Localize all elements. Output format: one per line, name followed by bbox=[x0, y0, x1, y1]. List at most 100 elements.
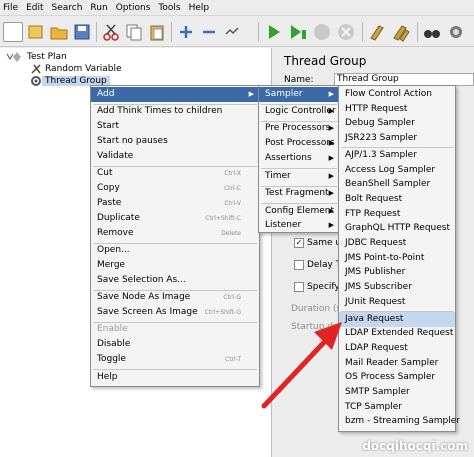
menu-item-add[interactable]: Add ▶ bbox=[91, 87, 259, 102]
save-icon[interactable] bbox=[72, 22, 92, 42]
menu-item-toggle[interactable]: Toggle Ctrl-T bbox=[91, 352, 259, 367]
copy-icon[interactable] bbox=[124, 22, 144, 42]
menu-item-merge[interactable]: Merge bbox=[91, 258, 259, 273]
paste-icon[interactable] bbox=[147, 22, 167, 42]
menu-item-label: Validate bbox=[97, 151, 134, 161]
toggle-icon[interactable] bbox=[222, 22, 242, 42]
chevron-right-icon: ▶ bbox=[328, 189, 334, 197]
sampler-item[interactable]: HTTP Request bbox=[339, 102, 455, 117]
sampler-item[interactable]: AJP/1.3 Sampler bbox=[339, 148, 455, 163]
sampler-item[interactable]: OS Process Sampler bbox=[339, 370, 455, 385]
start-icon[interactable] bbox=[264, 22, 284, 42]
menu-item-disable[interactable]: Disable bbox=[91, 337, 259, 352]
menu-item-open[interactable]: Open... bbox=[91, 243, 259, 258]
same-user-label: Same u bbox=[307, 238, 342, 248]
sampler-item[interactable]: JUnit Request bbox=[339, 295, 455, 310]
menu-item-config-element[interactable]: Config Element ▶ bbox=[259, 204, 339, 219]
sampler-item[interactable]: TCP Sampler bbox=[339, 400, 455, 415]
shutdown-icon[interactable] bbox=[336, 22, 356, 42]
sampler-item[interactable]: BeanShell Sampler bbox=[339, 177, 455, 192]
menu-item-start[interactable]: Start bbox=[91, 119, 259, 134]
sampler-item[interactable]: JMS Point-to-Point bbox=[339, 251, 455, 266]
menu-item-label: GraphQL HTTP Request bbox=[345, 223, 451, 234]
menu-item-save-screen-image[interactable]: Save Screen As Image Ctrl+Shift-G bbox=[91, 305, 259, 320]
menu-item-cut[interactable]: Cut Ctrl-X bbox=[91, 166, 259, 181]
menu-item-duplicate[interactable]: Duplicate Ctrl+Shift-C bbox=[91, 211, 259, 226]
search-icon[interactable] bbox=[422, 22, 442, 42]
clear-icon[interactable] bbox=[367, 22, 387, 42]
menu-file[interactable]: File bbox=[0, 3, 22, 13]
menu-item-help[interactable]: Help bbox=[91, 370, 259, 385]
toolbar-separator bbox=[96, 22, 97, 42]
menu-item-listener[interactable]: Listener ▶ bbox=[259, 218, 339, 233]
start-no-pauses-icon[interactable] bbox=[288, 22, 308, 42]
sampler-item[interactable]: SMTP Sampler bbox=[339, 385, 455, 400]
menu-run[interactable]: Run bbox=[86, 3, 111, 13]
same-user-checkbox[interactable]: ✓ bbox=[294, 238, 304, 248]
menu-item-label: JMS Point-to-Point bbox=[345, 252, 425, 263]
sampler-item[interactable]: Java Request bbox=[339, 311, 455, 327]
menu-item-paste[interactable]: Paste Ctrl-V bbox=[91, 196, 259, 211]
menu-item-label: Post Processors bbox=[265, 138, 335, 148]
menu-help[interactable]: Help bbox=[185, 3, 214, 13]
menu-item-label: Pre Processors bbox=[265, 123, 331, 133]
menu-item-label: TCP Sampler bbox=[345, 401, 402, 412]
menu-edit[interactable]: Edit bbox=[22, 3, 47, 13]
menu-item-post-processors[interactable]: Post Processors ▶ bbox=[259, 136, 339, 151]
menu-item-label: LDAP Extended Request bbox=[345, 328, 454, 339]
menu-item-label: Java Request bbox=[345, 313, 404, 324]
clear-all-icon[interactable] bbox=[391, 22, 411, 42]
menu-item-sampler[interactable]: Sampler ▶ bbox=[259, 87, 339, 102]
help-icon[interactable] bbox=[446, 22, 466, 42]
menu-item-label: Assertions bbox=[265, 153, 312, 163]
toolbar-separator bbox=[258, 22, 259, 42]
sampler-item[interactable]: Mail Reader Sampler bbox=[339, 356, 455, 371]
sampler-item[interactable]: LDAP Request bbox=[339, 341, 455, 356]
stop-icon[interactable] bbox=[312, 22, 332, 42]
new-icon[interactable] bbox=[3, 22, 23, 42]
panel-title: Thread Group bbox=[284, 54, 367, 68]
delay-checkbox[interactable] bbox=[294, 260, 304, 270]
chevron-right-icon: ▶ bbox=[328, 154, 334, 162]
menu-item-label: Merge bbox=[97, 260, 126, 270]
sampler-item[interactable]: FTP Request bbox=[339, 207, 455, 222]
sampler-item[interactable]: LDAP Extended Request bbox=[339, 326, 455, 341]
sampler-item[interactable]: JSR223 Sampler bbox=[339, 131, 455, 146]
sampler-item[interactable]: Bolt Request bbox=[339, 192, 455, 207]
menu-item-assertions[interactable]: Assertions ▶ bbox=[259, 151, 339, 166]
menu-item-timer[interactable]: Timer ▶ bbox=[259, 169, 339, 184]
menu-item-copy[interactable]: Copy Ctrl-C bbox=[91, 181, 259, 196]
menu-item-validate[interactable]: Validate bbox=[91, 149, 259, 164]
menu-item-label: JUnit Request bbox=[345, 296, 406, 307]
menu-item-label: Disable bbox=[97, 339, 131, 349]
sampler-item[interactable]: Access Log Sampler bbox=[339, 163, 455, 178]
menu-item-pre-processors[interactable]: Pre Processors ▶ bbox=[259, 121, 339, 136]
templates-icon[interactable] bbox=[26, 22, 46, 42]
menu-tools[interactable]: Tools bbox=[154, 3, 184, 13]
collapse-icon[interactable] bbox=[199, 22, 219, 42]
sampler-item[interactable]: Debug Sampler bbox=[339, 116, 455, 131]
menu-item-test-fragment[interactable]: Test Fragment ▶ bbox=[259, 186, 339, 201]
sampler-item[interactable]: JDBC Request bbox=[339, 236, 455, 251]
menu-item-add-think-times[interactable]: Add Think Times to children bbox=[91, 104, 259, 119]
toolbar bbox=[0, 16, 474, 47]
specify-checkbox[interactable] bbox=[294, 282, 304, 292]
sampler-item[interactable]: JMS Subscriber bbox=[339, 280, 455, 295]
menu-options[interactable]: Options bbox=[112, 3, 155, 13]
menu-item-save-node-image[interactable]: Save Node As Image Ctrl-G bbox=[91, 290, 259, 305]
sampler-item[interactable]: bzm - Streaming Sampler bbox=[339, 414, 460, 429]
sampler-item[interactable]: Flow Control Action bbox=[339, 87, 455, 102]
tree-label: Random Variable bbox=[45, 63, 122, 74]
menu-item-remove[interactable]: Remove Delete bbox=[91, 226, 259, 241]
sampler-item[interactable]: JMS Publisher bbox=[339, 265, 455, 280]
shortcut-label: Delete bbox=[221, 230, 241, 237]
cut-icon[interactable] bbox=[101, 22, 121, 42]
menu-search[interactable]: Search bbox=[48, 3, 87, 13]
menu-item-label: Flow Control Action bbox=[345, 89, 432, 99]
open-icon[interactable] bbox=[49, 22, 69, 42]
menu-item-save-selection[interactable]: Save Selection As... bbox=[91, 273, 259, 288]
expand-icon[interactable] bbox=[176, 22, 196, 42]
menu-item-logic-controller[interactable]: Logic Controller ▶ bbox=[259, 104, 339, 119]
sampler-item[interactable]: GraphQL HTTP Request bbox=[339, 221, 455, 236]
menu-item-start-no-pauses[interactable]: Start no pauses bbox=[91, 134, 259, 149]
